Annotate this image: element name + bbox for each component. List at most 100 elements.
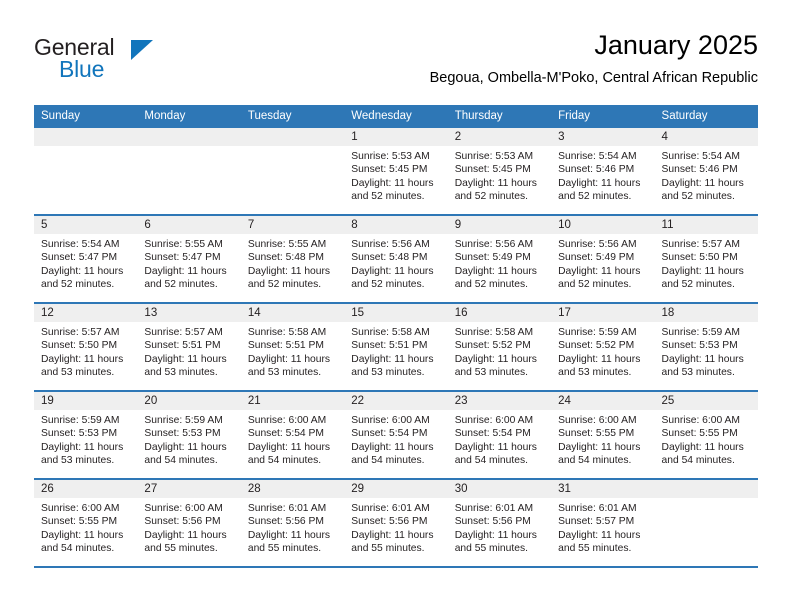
day-details: Sunrise: 5:54 AM Sunset: 5:46 PM Daylight:… xyxy=(655,146,758,204)
sunset-text: Sunset: 5:51 PM xyxy=(144,340,221,352)
daylight-text-line1: Daylight: 11 hours xyxy=(144,529,227,541)
day-cell[interactable]: 12 Sunrise: 5:57 AM Sunset: 5:50 PM Dayligh… xyxy=(34,303,138,392)
day-cell[interactable]: 17 Sunrise: 5:59 AM Sunset: 5:52 PM Dayligh… xyxy=(551,303,655,392)
sunset-text: Sunset: 5:45 PM xyxy=(454,164,531,176)
day-cell[interactable]: 11 Sunrise: 5:57 AM Sunset: 5:50 PM Dayligh… xyxy=(654,215,758,304)
daylight-text-line2: and 52 minutes. xyxy=(247,279,322,291)
day-cell[interactable]: 5 Sunrise: 5:54 AM Sunset: 5:47 PM Daylight… xyxy=(34,215,138,304)
sunset-text: Sunset: 5:54 PM xyxy=(454,428,531,440)
day-cell[interactable]: 24 Sunrise: 6:00 AM Sunset: 5:55 PM Dayligh… xyxy=(551,391,655,480)
sunset-text: Sunset: 5:55 PM xyxy=(661,428,738,440)
day-cell[interactable]: 9 Sunrise: 5:56 AM Sunset: 5:49 PM Daylight… xyxy=(447,215,552,304)
day-details: Sunrise: 5:56 AM Sunset: 5:49 PM Daylight:… xyxy=(448,234,551,292)
daylight-text-line1: Daylight: 11 hours xyxy=(454,177,537,189)
day-cell[interactable]: 28 Sunrise: 6:01 AM Sunset: 5:56 PM Dayligh… xyxy=(240,479,345,568)
weekday-header-tuesday: Tuesday xyxy=(240,105,345,128)
sunrise-text: Sunrise: 5:56 AM xyxy=(454,239,534,250)
day-cell[interactable]: 8 Sunrise: 5:56 AM Sunset: 5:48 PM Daylight… xyxy=(344,215,448,304)
day-cell[interactable]: 30 Sunrise: 6:01 AM Sunset: 5:56 PM Dayligh… xyxy=(447,479,552,568)
day-cell[interactable]: 27 Sunrise: 6:00 AM Sunset: 5:56 PM Dayligh… xyxy=(137,479,241,568)
daylight-text-line1: Daylight: 11 hours xyxy=(41,353,124,365)
weekday-header-friday: Friday xyxy=(551,105,655,128)
sunset-text: Sunset: 5:56 PM xyxy=(454,516,531,528)
daylight-text-line1: Daylight: 11 hours xyxy=(661,177,744,189)
daylight-text-line2: and 52 minutes. xyxy=(661,191,735,203)
day-details: Sunrise: 6:00 AM Sunset: 5:54 PM Daylight:… xyxy=(448,410,551,468)
general-blue-logo[interactable]: General Blue xyxy=(34,34,164,86)
daylight-text-line1: Daylight: 11 hours xyxy=(41,529,124,541)
day-details: Sunrise: 6:01 AM Sunset: 5:56 PM Daylight:… xyxy=(241,498,344,556)
day-details: Sunrise: 6:01 AM Sunset: 5:56 PM Daylight:… xyxy=(344,498,447,556)
day-cell[interactable]: 13 Sunrise: 5:57 AM Sunset: 5:51 PM Dayligh… xyxy=(137,303,241,392)
day-cell[interactable]: 21 Sunrise: 6:00 AM Sunset: 5:54 PM Dayligh… xyxy=(240,391,345,480)
day-number: 7 xyxy=(240,216,345,234)
daylight-text-line2: and 54 minutes. xyxy=(144,455,218,467)
daylight-text-line1: Daylight: 11 hours xyxy=(454,529,537,541)
day-details: Sunrise: 5:59 AM Sunset: 5:53 PM Daylight:… xyxy=(655,322,758,380)
daylight-text-line2: and 52 minutes. xyxy=(661,279,735,291)
sunrise-text: Sunrise: 6:01 AM xyxy=(454,503,534,514)
day-cell[interactable]: 19 Sunrise: 5:59 AM Sunset: 5:53 PM Dayligh… xyxy=(34,391,138,480)
sunrise-text: Sunrise: 5:59 AM xyxy=(41,415,120,426)
day-cell[interactable]: 23 Sunrise: 6:00 AM Sunset: 5:54 PM Dayligh… xyxy=(447,391,552,480)
day-details: Sunrise: 6:00 AM Sunset: 5:55 PM Daylight:… xyxy=(655,410,758,468)
day-number: 5 xyxy=(34,216,138,234)
calendar-table: Sunday Monday Tuesday Wednesday Thursday… xyxy=(34,105,758,568)
day-number: 11 xyxy=(654,216,758,234)
day-number: 19 xyxy=(34,392,138,410)
logo-triangle-icon xyxy=(131,40,153,60)
day-cell[interactable]: 2 Sunrise: 5:53 AM Sunset: 5:45 PM Daylight… xyxy=(447,128,552,216)
day-details: Sunrise: 6:00 AM Sunset: 5:54 PM Daylight:… xyxy=(241,410,344,468)
day-cell[interactable]: 1 Sunrise: 5:53 AM Sunset: 5:45 PM Daylight… xyxy=(344,128,448,216)
daylight-text-line2: and 52 minutes. xyxy=(558,279,632,291)
daylight-text-line1: Daylight: 11 hours xyxy=(558,177,641,189)
sunset-text: Sunset: 5:54 PM xyxy=(247,428,324,440)
day-cell[interactable]: 20 Sunrise: 5:59 AM Sunset: 5:53 PM Dayligh… xyxy=(137,391,241,480)
page-subtitle: Begoua, Ombella-M'Poko, Central African … xyxy=(429,70,758,86)
daylight-text-line2: and 54 minutes. xyxy=(558,455,632,467)
sunset-text: Sunset: 5:51 PM xyxy=(247,340,324,352)
day-cell[interactable]: 25 Sunrise: 6:00 AM Sunset: 5:55 PM Dayligh… xyxy=(654,391,758,480)
day-number: 18 xyxy=(654,304,758,322)
daylight-text-line1: Daylight: 11 hours xyxy=(351,441,434,453)
day-number: 1 xyxy=(344,128,448,146)
calendar-page: General Blue January 2025 Begoua, Ombell… xyxy=(0,0,792,612)
day-cell[interactable]: 7 Sunrise: 5:55 AM Sunset: 5:48 PM Daylight… xyxy=(240,215,345,304)
daylight-text-line1: Daylight: 11 hours xyxy=(558,529,641,541)
day-number: 17 xyxy=(551,304,655,322)
sunset-text: Sunset: 5:51 PM xyxy=(351,340,428,352)
day-cell[interactable]: 31 Sunrise: 6:01 AM Sunset: 5:57 PM Dayligh… xyxy=(551,479,655,568)
daylight-text-line2: and 52 minutes. xyxy=(454,191,528,203)
day-details: Sunrise: 6:00 AM Sunset: 5:55 PM Daylight:… xyxy=(34,498,137,556)
logo-text-blue: Blue xyxy=(59,56,105,82)
day-details: Sunrise: 6:01 AM Sunset: 5:56 PM Daylight:… xyxy=(448,498,551,556)
day-number: 3 xyxy=(551,128,655,146)
day-cell[interactable]: 29 Sunrise: 6:01 AM Sunset: 5:56 PM Dayligh… xyxy=(344,479,448,568)
day-details: Sunrise: 6:01 AM Sunset: 5:57 PM Daylight:… xyxy=(551,498,654,556)
daylight-text-line2: and 55 minutes. xyxy=(247,543,322,555)
daylight-text-line1: Daylight: 11 hours xyxy=(144,353,227,365)
day-number: 9 xyxy=(447,216,552,234)
day-number xyxy=(654,480,758,498)
day-details: Sunrise: 5:55 AM Sunset: 5:47 PM Daylight:… xyxy=(137,234,240,292)
day-cell[interactable]: 6 Sunrise: 5:55 AM Sunset: 5:47 PM Daylight… xyxy=(137,215,241,304)
sunset-text: Sunset: 5:53 PM xyxy=(661,340,738,352)
day-details: Sunrise: 5:58 AM Sunset: 5:51 PM Daylight:… xyxy=(241,322,344,380)
day-cell[interactable]: 18 Sunrise: 5:59 AM Sunset: 5:53 PM Dayligh… xyxy=(654,303,758,392)
sunrise-text: Sunrise: 6:00 AM xyxy=(558,415,637,426)
sunrise-text: Sunrise: 6:01 AM xyxy=(247,503,327,514)
sunrise-text: Sunrise: 5:59 AM xyxy=(661,327,740,338)
day-cell[interactable]: 15 Sunrise: 5:58 AM Sunset: 5:51 PM Dayligh… xyxy=(344,303,448,392)
day-cell[interactable]: 4 Sunrise: 5:54 AM Sunset: 5:46 PM Daylight… xyxy=(654,128,758,216)
calendar-body: 1 Sunrise: 5:53 AM Sunset: 5:45 PM Daylight… xyxy=(34,128,758,568)
day-cell[interactable]: 26 Sunrise: 6:00 AM Sunset: 5:55 PM Dayligh… xyxy=(34,479,138,568)
day-cell[interactable]: 22 Sunrise: 6:00 AM Sunset: 5:54 PM Dayligh… xyxy=(344,391,448,480)
day-cell[interactable]: 3 Sunrise: 5:54 AM Sunset: 5:46 PM Daylight… xyxy=(551,128,655,216)
daylight-text-line2: and 52 minutes. xyxy=(41,279,115,291)
sunrise-text: Sunrise: 5:58 AM xyxy=(454,327,534,338)
day-cell[interactable]: 16 Sunrise: 5:58 AM Sunset: 5:52 PM Dayligh… xyxy=(447,303,552,392)
daylight-text-line2: and 53 minutes. xyxy=(558,367,632,379)
day-cell[interactable]: 10 Sunrise: 5:56 AM Sunset: 5:49 PM Dayligh… xyxy=(551,215,655,304)
daylight-text-line1: Daylight: 11 hours xyxy=(351,265,434,277)
day-cell[interactable]: 14 Sunrise: 5:58 AM Sunset: 5:51 PM Dayligh… xyxy=(240,303,345,392)
